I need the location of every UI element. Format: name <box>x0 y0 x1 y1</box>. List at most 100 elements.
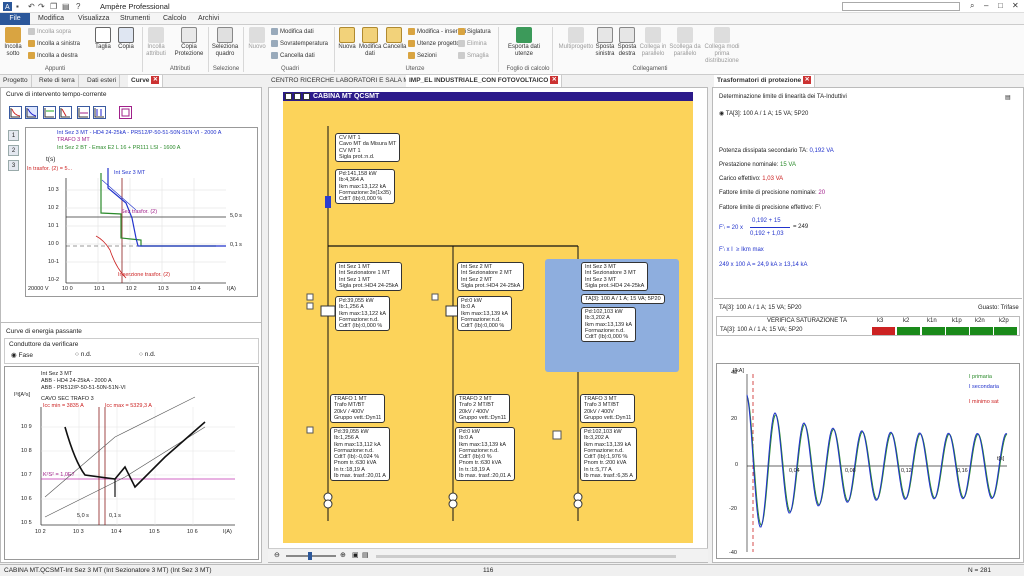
trafo-1-data[interactable]: Pd:39,055 kW Ib:1,256 A Ikm max:13,112 k… <box>330 427 390 482</box>
int-sez-3-ta[interactable]: TA[3]: 100 A / 1 A; 15 VA; 5P20 <box>581 294 665 305</box>
cancella-button[interactable]: Cancella <box>383 27 406 51</box>
tab-trasformatori[interactable]: Trasformatori di protezione ✕ <box>714 75 816 87</box>
int-sez-2-data[interactable]: Pd:0 kW Ib:0 A Ikm max:13,139 kA Formazi… <box>457 296 513 332</box>
tab-imp-industriale[interactable]: IMP_EL INDUSTRIALE_CON FOTOVOLTAICO ✕ <box>406 75 563 87</box>
nuova-button[interactable]: Nuova <box>337 27 357 51</box>
copia-button[interactable]: Copia <box>116 27 136 51</box>
cancella-dati-button[interactable]: Cancella dati <box>271 52 315 60</box>
tab-progetto[interactable]: Progetto <box>0 75 32 87</box>
siglatura-button[interactable]: Siglatura <box>458 28 491 36</box>
close-icon[interactable]: ✕ <box>550 76 559 85</box>
waveform-plot <box>746 374 1008 552</box>
curve-tool-5-icon[interactable] <box>77 106 90 119</box>
curve-tool-4-icon[interactable] <box>59 106 72 119</box>
collega-modi-button[interactable]: Collega modi prima distribuzione <box>702 27 742 65</box>
legend-number[interactable]: 3 <box>8 160 19 171</box>
paste-icon[interactable]: ▤ <box>62 2 70 11</box>
menu-calcolo[interactable]: Calcolo <box>163 15 186 22</box>
modifica-dati-button[interactable]: Modifica dati <box>271 28 314 36</box>
zoom-out-icon[interactable]: ⊖ <box>274 551 280 559</box>
tab-curve[interactable]: Curve ✕ <box>128 75 164 87</box>
radio-nd-1[interactable]: ○ n.d. <box>75 351 92 358</box>
cv-mt-data[interactable]: Pd:141,158 kW Ib:4,364 A Ikm max:13,122 … <box>335 169 395 205</box>
copy-icon[interactable]: ❐ <box>50 2 57 11</box>
menu-file[interactable]: File <box>0 13 30 25</box>
incolla-sinistra-button[interactable]: Incolla a sinistra <box>28 40 80 48</box>
incolla-destra-button[interactable]: Incolla a destra <box>28 52 78 60</box>
int-sez-3-box[interactable]: Int Sez 3 MT Int Sezionatore 3 MT Int Se… <box>581 262 649 292</box>
trafo-2-data[interactable]: Pd:0 kW Ib:0 A Ikm max:13,139 kA Formazi… <box>455 427 515 482</box>
search-icon[interactable]: ⌕ <box>970 1 974 11</box>
sposta-destra-button[interactable]: Sposta destra <box>616 27 638 58</box>
maximize-icon[interactable]: □ <box>998 1 1003 10</box>
legend-line-1: Int Sez 3 MT <box>41 371 73 377</box>
curve-tool-2-icon[interactable] <box>25 106 38 119</box>
legend-number[interactable]: 2 <box>8 145 19 156</box>
scollega-parallelo-button[interactable]: Scollega da parallelo <box>668 27 702 58</box>
seleziona-quadro-button[interactable]: Seleziona quadro <box>210 27 240 58</box>
menu-archivi[interactable]: Archivi <box>198 15 219 22</box>
curve-tool-6-icon[interactable] <box>93 106 106 119</box>
zoom-in-icon[interactable]: ⊕ <box>340 551 346 559</box>
multiprogetto-button[interactable]: Multiprogetto <box>556 27 596 51</box>
curve-tool-3-icon[interactable] <box>43 106 56 119</box>
taglia-button[interactable]: Taglia <box>93 27 113 51</box>
modifica-utenza-button[interactable]: Modifica dati <box>359 27 381 58</box>
menu-strumenti[interactable]: Strumenti <box>120 15 150 22</box>
copia-protezione-button[interactable]: Copia Protezione <box>172 27 206 58</box>
nuovo-button[interactable]: Nuovo <box>246 27 268 51</box>
esporta-dati-button[interactable]: Esporta dati utenze <box>502 27 546 58</box>
undo-icon[interactable]: ↶ <box>28 2 35 11</box>
zoom-handle[interactable] <box>308 552 312 560</box>
horizontal-scrollbar[interactable] <box>376 555 676 558</box>
curve-tool-1-icon[interactable] <box>9 106 22 119</box>
smaglia-button[interactable]: Smaglia <box>458 52 489 60</box>
labeling-icon <box>458 28 465 35</box>
redo-icon[interactable]: ↷ <box>38 2 45 11</box>
ta-radio[interactable]: ◉ TA[3]: 100 A / 1 A; 15 VA; 5P20 <box>719 110 808 117</box>
utenze-progetto-button[interactable]: Utenze progetto <box>408 40 460 48</box>
close-icon[interactable]: ✕ <box>151 76 160 85</box>
int-sez-2-box[interactable]: Int Sez 2 MT Int Sezionatore 2 MT Int Se… <box>457 262 525 292</box>
int-sez-1-box[interactable]: Int Sez 1 MT Int Sezionatore 1 MT Int Se… <box>335 262 403 292</box>
sovratemperatura-button[interactable]: Sovratemperatura <box>271 40 328 48</box>
sposta-sinistra-button[interactable]: Sposta sinistra <box>594 27 616 58</box>
panel-close-icon[interactable] <box>303 93 310 100</box>
curve-settings-icon[interactable] <box>119 106 132 119</box>
print-icon[interactable]: ▤ <box>362 551 369 559</box>
int-sez-3-data[interactable]: Pd:102,103 kW Ib:3,202 A Ikm max:13,139 … <box>581 307 637 343</box>
help-icon[interactable]: ? <box>76 2 80 11</box>
fit-page-icon[interactable]: ▣ <box>352 551 359 559</box>
sections-icon <box>408 52 415 59</box>
x-tick: 10 1 <box>94 286 105 292</box>
cv-mt-box[interactable]: CV MT 1 Cavo MT da Misura MT CV MT 1 Sig… <box>335 133 401 163</box>
minimize-icon[interactable]: – <box>984 1 988 10</box>
trafo-1-box[interactable]: TRAFO 1 MT Trafo MT/BT 20kV / 400V Grupp… <box>330 394 386 424</box>
menu-modifica[interactable]: Modifica <box>38 15 64 22</box>
incolla-attributi-button[interactable]: Incolla attributi <box>144 27 168 58</box>
search-input[interactable] <box>842 2 960 11</box>
incolla-button[interactable]: Incolla sotto <box>3 27 23 58</box>
print-icon[interactable]: ▤ <box>1005 94 1011 101</box>
collega-parallelo-button[interactable]: Collega in parallelo <box>638 27 668 58</box>
menu-visualizza[interactable]: Visualizza <box>78 15 109 22</box>
col-k3: k3 <box>877 318 884 324</box>
elimina-button[interactable]: Elimina <box>458 40 487 48</box>
close-icon[interactable]: ✕ <box>1012 1 1019 10</box>
panel-grid-icon[interactable] <box>294 93 301 100</box>
radio-nd-2[interactable]: ○ n.d. <box>139 351 156 358</box>
panel-expand-icon[interactable] <box>285 93 292 100</box>
close-icon[interactable]: ✕ <box>803 76 812 85</box>
trafo-3-data[interactable]: Pd:102,103 kW Ib:3,202 A Ikm max:13,139 … <box>580 427 637 482</box>
tab-rete-terra[interactable]: Rete di terra <box>36 75 79 87</box>
link-mode-icon <box>714 27 730 43</box>
int-sez-1-data[interactable]: Pd:39,055 kW Ib:1,256 A Ikm max:13,122 k… <box>335 296 391 332</box>
trafo-2-box[interactable]: TRAFO 2 MT Trafo 2 MT/BT 20kV / 400V Gru… <box>455 394 511 424</box>
legend-number[interactable]: 1 <box>8 130 19 141</box>
tab-dati-esteri[interactable]: Dati esteri <box>84 75 121 87</box>
sezioni-button[interactable]: Sezioni <box>408 52 437 60</box>
trafo-3-box[interactable]: TRAFO 3 MT Trafo 3 MT/BT 20kV / 400V Gru… <box>580 394 636 424</box>
save-icon[interactable]: ▪ <box>16 2 19 11</box>
incolla-sopra-button[interactable]: Incolla sopra <box>28 28 71 36</box>
radio-fase[interactable]: ◉ Fase <box>11 351 33 359</box>
